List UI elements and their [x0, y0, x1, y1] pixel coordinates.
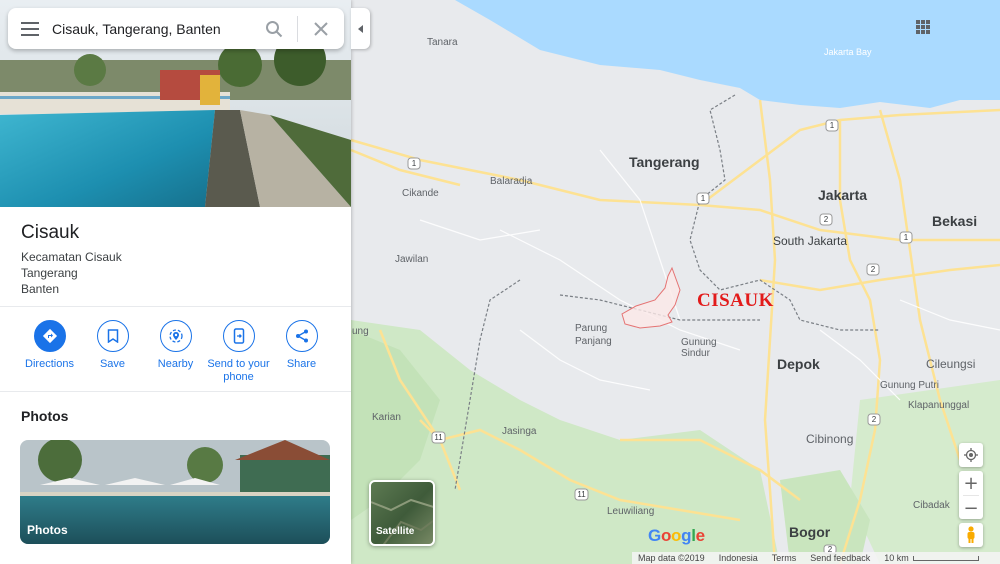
- zoom-in-button[interactable]: +: [959, 471, 983, 495]
- locate-icon: [964, 448, 978, 462]
- map-label-cileungsi: Cileungsi: [926, 357, 976, 371]
- place-title: Cisauk: [21, 222, 80, 243]
- map-label-ung: ung: [352, 326, 369, 337]
- svg-text:1: 1: [701, 194, 706, 203]
- place-actions: Directions Save Nearby Send to your phon…: [0, 308, 351, 392]
- street-view-pegman-button[interactable]: [959, 523, 983, 547]
- bookmark-icon: [96, 320, 129, 352]
- collapse-panel-button[interactable]: [351, 8, 370, 49]
- address-line: Banten: [21, 282, 60, 296]
- svg-text:1: 1: [904, 233, 909, 242]
- map-label-jakarta: Jakarta: [818, 187, 868, 203]
- zoom-out-button[interactable]: −: [959, 496, 983, 520]
- cisauk-annotation: CISAUK: [697, 290, 774, 311]
- map-label-jakarta-bay: Jakarta Bay: [824, 47, 872, 57]
- map-data-text: Map data ©2019: [638, 553, 705, 563]
- send-feedback-link[interactable]: Send feedback: [810, 553, 870, 563]
- search-button[interactable]: [251, 8, 297, 49]
- satellite-layer-button[interactable]: Satellite: [369, 480, 435, 546]
- map-label-depok: Depok: [777, 356, 820, 372]
- svg-text:11: 11: [434, 433, 443, 442]
- map-label-cibinong: Cibinong: [806, 432, 854, 446]
- share-button[interactable]: Share: [270, 308, 333, 391]
- save-label: Save: [99, 358, 126, 370]
- address-line: Tangerang: [21, 266, 78, 280]
- address-line: Kecamatan Cisauk: [21, 250, 122, 264]
- send-to-phone-icon: [222, 320, 255, 352]
- map-label-leuwiliang: Leuwiliang: [607, 506, 655, 517]
- send-to-phone-label: Send to your phone: [207, 358, 270, 383]
- photos-card-label: Photos: [27, 523, 68, 537]
- map-label-balaradja: Balaradja: [490, 176, 533, 187]
- map-label-cibadak: Cibadak: [913, 500, 950, 511]
- map-label-tanara: Tanara: [427, 37, 458, 48]
- search-icon: [266, 20, 283, 37]
- map-label-south-jakarta: South Jakarta: [773, 234, 848, 248]
- map-label-tangerang: Tangerang: [629, 154, 700, 170]
- map-label-bogor: Bogor: [789, 524, 831, 540]
- directions-button[interactable]: Directions: [18, 308, 81, 391]
- map-label-klapanunggal: Klapanunggal: [908, 400, 970, 411]
- pegman-icon: [967, 526, 975, 543]
- my-location-button[interactable]: [959, 443, 983, 467]
- caret-left-icon: [357, 24, 363, 33]
- search-input[interactable]: [52, 13, 251, 44]
- menu-button[interactable]: [8, 8, 52, 49]
- scale-label[interactable]: 10 km: [884, 553, 909, 563]
- map-label-parung-panjang: Parung Panjang: [575, 323, 612, 347]
- share-icon: [285, 320, 318, 352]
- hamburger-menu-icon: [21, 21, 39, 36]
- search-box: [8, 8, 344, 49]
- clear-search-button[interactable]: [298, 8, 344, 49]
- svg-text:2: 2: [824, 215, 829, 224]
- place-header: Cisauk Kecamatan Cisauk Tangerang Banten: [0, 207, 351, 307]
- svg-text:11: 11: [577, 490, 586, 499]
- map-label-jawilan: Jawilan: [395, 254, 429, 265]
- nearby-label: Nearby: [157, 358, 194, 370]
- place-address: Kecamatan Cisauk Tangerang Banten: [21, 249, 330, 297]
- map-label-gunung-putri: Gunung Putri: [880, 380, 939, 391]
- nearby-button[interactable]: Nearby: [144, 308, 207, 391]
- country-link[interactable]: Indonesia: [719, 553, 758, 563]
- map-label-cikande: Cikande: [402, 188, 439, 199]
- terms-link[interactable]: Terms: [772, 553, 797, 563]
- satellite-label: Satellite: [376, 526, 415, 537]
- zoom-controls: + −: [959, 471, 983, 519]
- scale-bar: [912, 555, 979, 561]
- directions-label: Directions: [25, 358, 74, 370]
- map-label-karian: Karian: [372, 412, 401, 423]
- apps-grid-icon[interactable]: [910, 14, 936, 40]
- svg-text:2: 2: [872, 415, 877, 424]
- svg-text:1: 1: [830, 121, 835, 130]
- svg-text:2: 2: [871, 265, 876, 274]
- map-label-bekasi: Bekasi: [932, 213, 978, 229]
- map-footer: Map data ©2019 Indonesia Terms Send feed…: [632, 552, 1000, 564]
- svg-text:1: 1: [412, 159, 417, 168]
- send-to-phone-button[interactable]: Send to your phone: [207, 308, 270, 391]
- nearby-icon: [159, 320, 192, 352]
- directions-icon: [33, 320, 66, 352]
- map-label-jasinga: Jasinga: [502, 426, 537, 437]
- save-button[interactable]: Save: [81, 308, 144, 391]
- photos-heading: Photos: [21, 408, 69, 424]
- share-label: Share: [286, 358, 317, 370]
- map-label-gunung-sindur: Gunung Sindur: [681, 337, 717, 359]
- place-side-panel: Cisauk Kecamatan Cisauk Tangerang Banten…: [0, 0, 351, 564]
- photos-card[interactable]: Photos: [20, 440, 330, 544]
- google-logo: Google: [648, 526, 705, 545]
- close-icon: [314, 21, 328, 36]
